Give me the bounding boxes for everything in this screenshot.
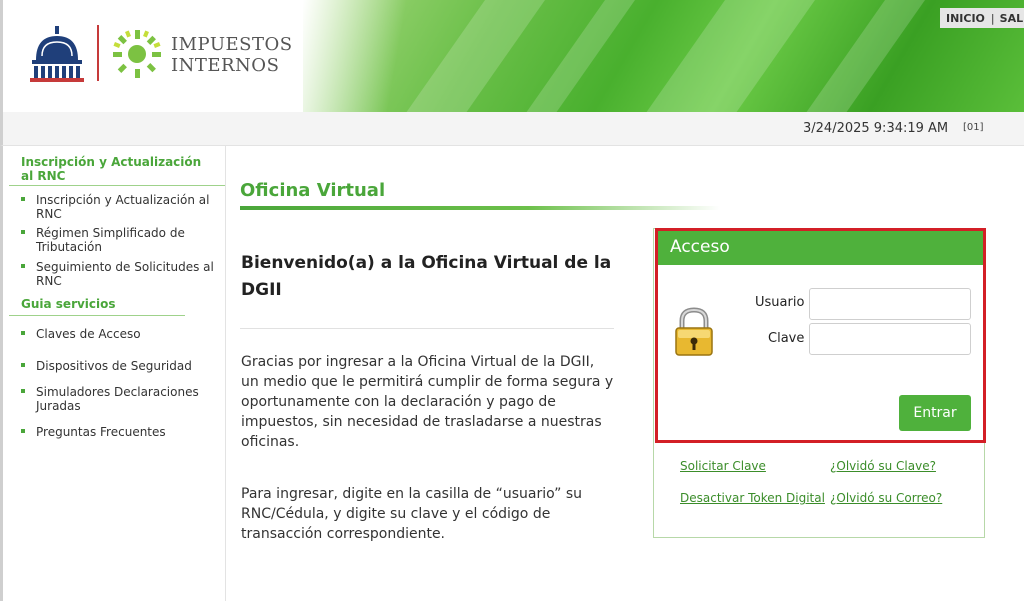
bullet-icon xyxy=(21,230,25,234)
clave-input[interactable] xyxy=(809,323,971,355)
entrar-button[interactable]: Entrar xyxy=(899,395,971,431)
login-form: Acceso Usuario Clave Entrar xyxy=(655,228,986,443)
sidebar-item-label: Claves de Acceso xyxy=(36,327,141,341)
welcome-heading: Bienvenido(a) a la Oficina Virtual de la… xyxy=(241,253,612,300)
intro-paragraph: Gracias por ingresar a la Oficina Virtua… xyxy=(241,354,614,450)
sidebar-item-inscripcion[interactable]: Inscripción y Actualización al RNC xyxy=(21,193,221,221)
solicitar-clave-link[interactable]: Solicitar Clave xyxy=(680,459,766,473)
usuario-label: Usuario xyxy=(755,295,805,310)
olvido-clave-link[interactable]: ¿Olvidó su Clave? xyxy=(830,459,936,473)
sidebar-item-label: Dispositivos de Seguridad xyxy=(36,359,192,373)
header: IMPUESTOS INTERNOS INICIO | SALIR xyxy=(0,0,1024,112)
sidebar-item-preguntas-frecuentes[interactable]: Preguntas Frecuentes xyxy=(21,425,221,439)
sidebar-item-seguimiento[interactable]: Seguimiento de Solicitudes al RNC xyxy=(21,260,221,288)
nav-inicio-link[interactable]: INICIO xyxy=(946,12,991,25)
usuario-input[interactable] xyxy=(809,288,971,320)
sidebar-divider xyxy=(9,185,225,186)
sidebar-item-dispositivos-seguridad[interactable]: Dispositivos de Seguridad xyxy=(21,359,221,373)
logo-line-1: IMPUESTOS xyxy=(171,34,293,55)
title-underline xyxy=(240,206,720,210)
sidebar-item-label: Régimen Simplificado de Tributación xyxy=(36,226,185,254)
sidebar-item-simuladores[interactable]: Simuladores Declaraciones Juradas xyxy=(21,385,221,413)
sidebar-item-label: Simuladores Declaraciones Juradas xyxy=(36,385,199,413)
instructions-paragraph: Para ingresar, digite en la casilla de “… xyxy=(241,486,583,542)
server-code: [01] xyxy=(963,122,984,133)
top-nav: INICIO | SALIR xyxy=(940,8,1024,28)
bullet-icon xyxy=(21,363,25,367)
desactivar-token-link[interactable]: Desactivar Token Digital xyxy=(680,491,825,505)
clave-label: Clave xyxy=(768,331,805,346)
sidebar-item-label: Seguimiento de Solicitudes al RNC xyxy=(36,260,214,288)
bullet-icon xyxy=(21,389,25,393)
sidebar: Inscripción y Actualización al RNC Inscr… xyxy=(0,146,226,601)
bullet-icon xyxy=(21,429,25,433)
sidebar-divider xyxy=(9,315,185,316)
sidebar-item-label: Inscripción y Actualización al RNC xyxy=(36,193,210,221)
logo-line-2: INTERNOS xyxy=(171,55,280,76)
bullet-icon xyxy=(21,197,25,201)
dgii-sun-logo-icon xyxy=(113,30,161,78)
header-banner xyxy=(303,0,1024,112)
sidebar-item-regimen-simplificado[interactable]: Régimen Simplificado de Tributación xyxy=(21,226,221,254)
government-dome-icon xyxy=(30,26,84,82)
page-title: Oficina Virtual xyxy=(240,180,386,201)
bullet-icon xyxy=(21,264,25,268)
sidebar-item-claves-acceso[interactable]: Claves de Acceso xyxy=(21,327,221,341)
bullet-icon xyxy=(21,331,25,335)
padlock-icon xyxy=(675,307,713,356)
date-bar: 3/24/2025 9:34:19 AM [01] xyxy=(0,112,1024,146)
sidebar-section-title-rnc: Inscripción y Actualización al RNC xyxy=(21,155,202,183)
nav-salir-link[interactable]: SALIR xyxy=(1000,12,1024,25)
logo-separator xyxy=(97,25,99,81)
current-datetime: 3/24/2025 9:34:19 AM xyxy=(803,121,949,136)
sidebar-section-title-guia: Guia servicios xyxy=(21,297,116,311)
content-divider xyxy=(240,328,614,329)
login-heading: Acceso xyxy=(658,231,983,265)
sidebar-item-label: Preguntas Frecuentes xyxy=(36,425,166,439)
logo-text: IMPUESTOS INTERNOS xyxy=(171,34,293,76)
olvido-correo-link[interactable]: ¿Olvidó su Correo? xyxy=(830,491,942,505)
nav-separator: | xyxy=(990,11,995,25)
